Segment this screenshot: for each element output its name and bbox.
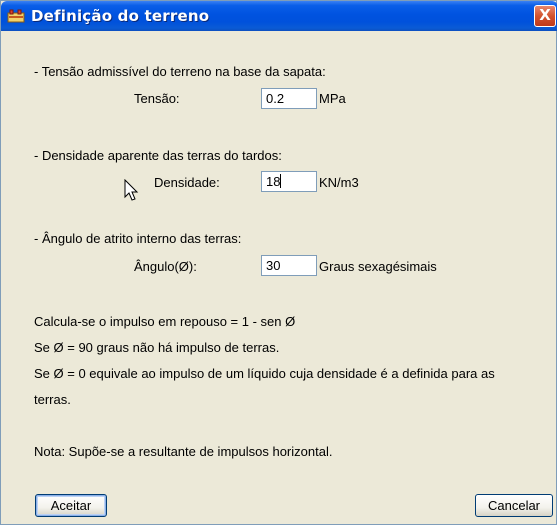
tensao-input[interactable]: 0.2 bbox=[261, 88, 317, 109]
aceitar-button[interactable]: Aceitar bbox=[35, 494, 107, 517]
angulo-unit: Graus sexagésimais bbox=[319, 259, 437, 274]
tensao-value: 0.2 bbox=[266, 91, 285, 106]
close-icon: X bbox=[539, 6, 551, 24]
angulo-input[interactable]: 30 bbox=[261, 255, 317, 276]
note-line-5: Nota: Supõe-se a resultante de impulsos … bbox=[34, 444, 333, 459]
angulo-label: Ângulo(Ø): bbox=[134, 259, 197, 274]
tensao-unit: MPa bbox=[319, 91, 346, 106]
title-bar[interactable]: Definição do terreno X bbox=[1, 1, 557, 31]
densidade-heading: - Densidade aparente das terras do tardo… bbox=[34, 148, 282, 163]
mouse-pointer-icon bbox=[124, 179, 139, 201]
densidade-unit: KN/m3 bbox=[319, 175, 359, 190]
densidade-input[interactable]: 18 bbox=[261, 171, 317, 192]
note-line-2: Se Ø = 90 graus não há impulso de terras… bbox=[34, 340, 280, 355]
cancelar-button[interactable]: Cancelar bbox=[475, 494, 553, 517]
dialog-window: Definição do terreno X - Tensão admissív… bbox=[0, 0, 557, 525]
densidade-label: Densidade: bbox=[154, 175, 220, 190]
window-title: Definição do terreno bbox=[31, 7, 210, 25]
angulo-heading: - Ângulo de atrito interno das terras: bbox=[34, 231, 242, 246]
text-caret bbox=[280, 174, 282, 188]
note-line-3: Se Ø = 0 equivale ao impulso de um líqui… bbox=[34, 366, 495, 381]
note-line-4: terras. bbox=[34, 392, 71, 407]
tensao-heading: - Tensão admissível do terreno na base d… bbox=[34, 64, 326, 79]
angulo-value: 30 bbox=[266, 258, 281, 273]
app-icon bbox=[7, 9, 25, 23]
close-button[interactable]: X bbox=[534, 5, 556, 27]
densidade-value: 18 bbox=[266, 174, 281, 189]
note-line-1: Calcula-se o impulso em repouso = 1 - se… bbox=[34, 314, 296, 329]
tensao-label: Tensão: bbox=[134, 91, 180, 106]
